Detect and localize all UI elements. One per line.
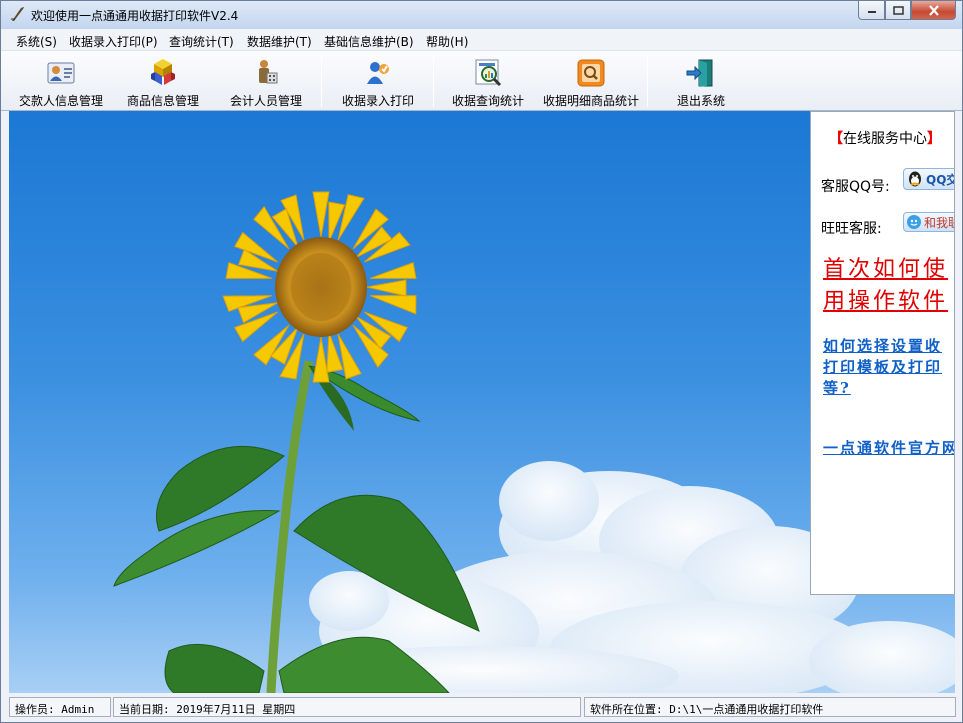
toolbar-separator [433, 55, 434, 107]
online-service-panel: 【在线服务中心】 客服QQ号: QQ交 旺旺客服: [810, 111, 955, 595]
menu-bar: 系统(S) 收据录入打印(P) 查询统计(T) 数据维护(T) 基础信息维护(B… [1, 29, 962, 51]
quill-icon [11, 7, 24, 21]
product-info-button[interactable]: 商品信息管理 [119, 53, 207, 109]
person-card-icon [47, 62, 75, 84]
menu-query-stats[interactable]: 查询统计(T) [169, 33, 234, 50]
receipt-detail-label: 收据明细商品统计 [542, 94, 639, 108]
official-site-link[interactable]: 一点通软件官方网 [823, 438, 954, 459]
first-use-guide-link[interactable]: 首次如何使 用操作软件 [823, 254, 954, 318]
wangwang-icon [907, 215, 921, 229]
template-setup-link[interactable]: 如何选择设置收 打印模板及打印 等? [823, 336, 954, 399]
minimize-button[interactable] [858, 1, 885, 20]
receipt-query-label: 收据查询统计 [451, 94, 524, 108]
close-button[interactable] [911, 1, 956, 20]
status-location: 软件所在位置: D:\1\一点通通用收据打印软件 [584, 697, 956, 717]
minimize-icon [867, 11, 876, 13]
qq-penguin-icon [909, 171, 921, 187]
qq-contact-button[interactable]: QQ交 [903, 168, 954, 190]
status-date: 当前日期: 2019年7月11日 星期四 [113, 697, 581, 717]
accountant-icon [259, 60, 278, 84]
title-bar[interactable]: 欢迎使用一点通通用收据打印软件V2.4 [1, 1, 962, 29]
receipt-query-button[interactable]: 收据查询统计 [447, 53, 529, 109]
menu-data-maintenance[interactable]: 数据维护(T) [247, 33, 312, 50]
workspace-background: 【在线服务中心】 客服QQ号: QQ交 旺旺客服: [9, 111, 955, 693]
accountant-button[interactable]: 会计人员管理 [225, 53, 307, 109]
exit-button[interactable]: 退出系统 [665, 53, 737, 109]
product-info-label: 商品信息管理 [126, 94, 199, 108]
toolbar-separator [647, 55, 648, 107]
status-bar: 操作员: Admin 当前日期: 2019年7月11日 星期四 软件所在位置: … [1, 694, 962, 722]
toolbar: 交款人信息管理 商品信息管理 会计人员管理 收据录入打印 收据查询统计 收据明细… [1, 51, 962, 111]
service-panel-title: 【在线服务中心】 [829, 131, 941, 147]
menu-system[interactable]: 系统(S) [16, 33, 57, 50]
exit-label: 退出系统 [676, 94, 725, 108]
receipt-print-button[interactable]: 收据录入打印 [337, 53, 419, 109]
receipt-detail-button[interactable]: 收据明细商品统计 [539, 53, 643, 109]
window-title: 欢迎使用一点通通用收据打印软件V2.4 [31, 9, 239, 23]
accountant-label: 会计人员管理 [229, 94, 302, 108]
maximize-button[interactable] [885, 1, 911, 20]
close-icon [928, 4, 939, 16]
main-window: 欢迎使用一点通通用收据打印软件V2.4 系统(S) 收据录入打印(P) 查询统计… [0, 0, 963, 723]
menu-receipt-entry[interactable]: 收据录入打印(P) [69, 33, 158, 50]
exit-door-icon [686, 59, 713, 87]
orange-search-icon [577, 59, 605, 87]
menu-help[interactable]: 帮助(H) [426, 33, 468, 50]
payer-info-button[interactable]: 交款人信息管理 [15, 53, 107, 109]
payer-info-label: 交款人信息管理 [18, 94, 103, 108]
magnifier-chart-icon [475, 59, 502, 87]
user-print-icon [367, 62, 389, 84]
maximize-icon [892, 5, 904, 15]
wangwang-contact-button[interactable]: 和我联 [903, 212, 954, 232]
menu-basic-info[interactable]: 基础信息维护(B) [324, 33, 414, 50]
receipt-print-label: 收据录入打印 [341, 94, 414, 108]
qq-label: 客服QQ号: [821, 179, 890, 195]
status-operator: 操作员: Admin [9, 697, 111, 717]
toolbar-separator [321, 55, 322, 107]
cubes-icon [151, 59, 175, 85]
wangwang-label: 旺旺客服: [821, 221, 882, 237]
